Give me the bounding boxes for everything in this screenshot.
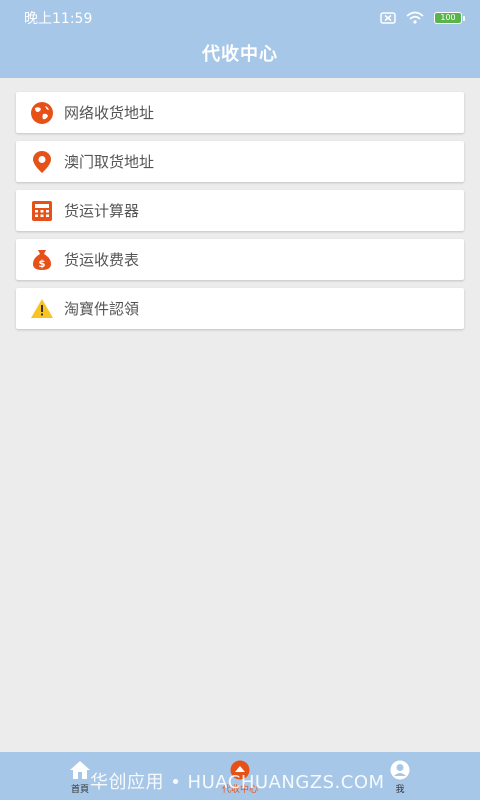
header-bar: 晚上11:59 100 代收中心 xyxy=(0,0,480,78)
menu-item-label: 网络收货地址 xyxy=(64,104,155,122)
menu-item-label: 货运收费表 xyxy=(64,251,140,269)
globe-icon xyxy=(30,101,54,125)
menu-item-label: 澳门取货地址 xyxy=(64,153,155,171)
sim-off-icon xyxy=(380,12,396,24)
menu-item-freight-calculator[interactable]: 货运计算器 xyxy=(16,190,464,231)
user-icon xyxy=(390,760,410,780)
battery-icon: 100 xyxy=(434,12,465,24)
menu-item-freight-rates[interactable]: $ 货运收费表 xyxy=(16,239,464,280)
status-time: 晚上11:59 xyxy=(24,11,93,27)
page-title: 代收中心 xyxy=(202,44,278,65)
menu-item-taobao-claim[interactable]: 淘寶件認領 xyxy=(16,288,464,329)
location-pin-icon xyxy=(30,150,54,174)
app-screen: 晚上11:59 100 代收中心 网络收货地址 澳门取货地址 货运计算器 $ 货… xyxy=(0,0,480,800)
calculator-icon xyxy=(30,199,54,223)
watermark: 华创应用 • HUACHUANGZS.COM xyxy=(90,772,385,793)
menu-item-label: 淘寶件認領 xyxy=(64,300,140,318)
menu-item-label: 货运计算器 xyxy=(64,202,140,220)
home-icon xyxy=(70,761,90,779)
status-icons: 100 xyxy=(380,11,465,25)
wifi-icon xyxy=(406,11,424,24)
tab-label: 我 xyxy=(395,785,405,795)
status-bar: 晚上11:59 100 xyxy=(0,0,480,36)
menu-list: 网络收货地址 澳门取货地址 货运计算器 $ 货运收费表 淘寶件認領 xyxy=(16,92,464,337)
warning-icon xyxy=(30,297,54,321)
tab-label: 首頁 xyxy=(70,785,89,795)
menu-item-online-address[interactable]: 网络收货地址 xyxy=(16,92,464,133)
battery-level: 100 xyxy=(440,13,456,22)
money-bag-icon: $ xyxy=(30,248,54,272)
bottom-nav: 首頁 代收中心 我 华创应用 • HUACHUANGZS.COM xyxy=(0,752,480,800)
svg-text:$: $ xyxy=(39,259,46,270)
menu-item-macau-pickup[interactable]: 澳门取货地址 xyxy=(16,141,464,182)
